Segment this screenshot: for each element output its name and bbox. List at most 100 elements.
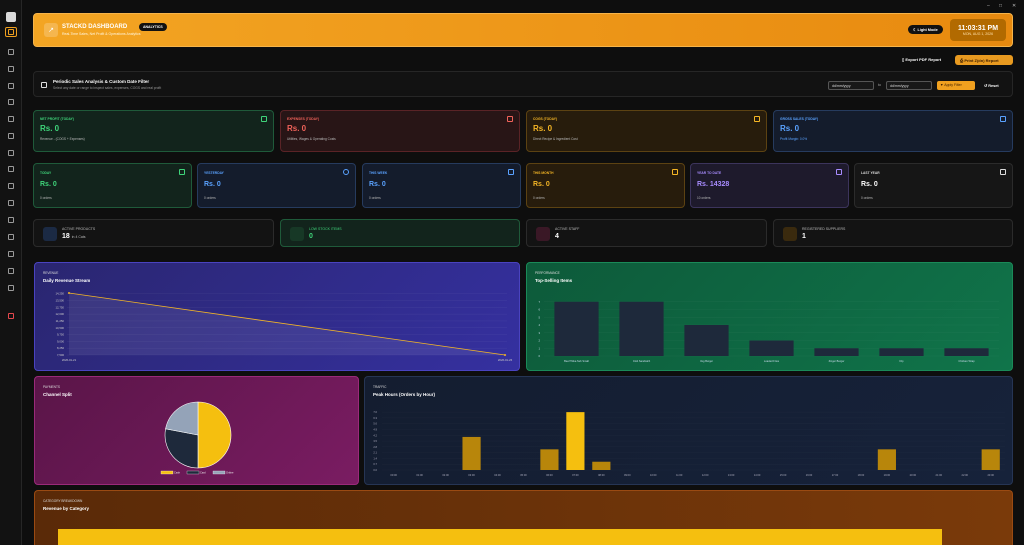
logout-icon[interactable] (5, 311, 17, 321)
bar (981, 449, 1000, 470)
dashboard-icon[interactable] (5, 27, 17, 37)
suppliers-card: REGISTERED SUPPLIERS 1 (773, 219, 1013, 247)
x-tick-label: Veg Burger (700, 359, 713, 363)
layers-icon (836, 169, 842, 175)
analytics-badge: ANALYTICS (139, 23, 167, 31)
revenue-chart-panel: REVENUE Daily Revenue Stream 7,500 8,250 9… (34, 262, 520, 371)
x-tick-label: 05:00 (520, 473, 527, 477)
reset-button[interactable]: ↺ Reset (984, 83, 999, 88)
y-tick-label: 0 (538, 354, 540, 358)
chart-label: CATEGORY BREAKDOWN (43, 499, 83, 503)
period-label: LAST YEAR (861, 171, 880, 175)
x-tick-label: 07:00 (572, 473, 579, 477)
y-tick-label: 1.4 (373, 456, 377, 460)
staff-icon[interactable] (5, 164, 17, 174)
orders-icon[interactable] (5, 64, 17, 74)
data-point (68, 292, 70, 294)
category-chart-panel: CATEGORY BREAKDOWN Revenue by Category (34, 490, 1013, 545)
trend-up-icon: ↗ (44, 23, 58, 37)
y-tick-label: 1 (538, 346, 540, 350)
inventory-icon[interactable] (5, 97, 17, 107)
suppliers-icon[interactable] (5, 215, 17, 225)
legend-swatch (212, 470, 226, 475)
peak-hours-chart-panel: TRAFFIC Peak Hours (Orders by Hour) 0.0 0… (364, 376, 1013, 485)
y-tick-label: 12,000 (55, 312, 64, 316)
trend-icon (179, 169, 185, 175)
y-tick-label: 5.6 (373, 422, 377, 426)
print-report-button[interactable]: ⎙ Print Z(dn) Report (955, 55, 1013, 65)
clock-date: MON, AUG 1, 2026 (962, 31, 994, 36)
reset-label: Reset (988, 84, 999, 88)
apply-filter-button[interactable]: ▼ Apply Filter (937, 81, 975, 90)
light-mode-toggle[interactable]: ☾ Light Mode (908, 25, 943, 34)
receipt-icon (1000, 116, 1006, 122)
x-tick-label: 16:00 (806, 473, 813, 477)
date-filter-bar: Periodic Sales Analysis & Custom Date Fi… (33, 71, 1013, 97)
period-value: Rs. 0 (533, 181, 550, 188)
maximize-button[interactable]: □ (999, 3, 1002, 9)
trend-icon (261, 116, 267, 122)
kpi-label: COGS (TODAY) (533, 117, 557, 121)
period-value: Rs. 0 (204, 181, 221, 188)
bar (592, 461, 611, 470)
pos-icon[interactable] (5, 47, 17, 57)
period-value: Rs. 0 (40, 181, 57, 188)
kpi-value: Rs. 0 (287, 124, 307, 133)
light-mode-label: Light Mode (917, 28, 938, 32)
transfers-icon[interactable] (5, 131, 17, 141)
kpi-footer: Direct Recipe & Ingredient Cost (533, 137, 578, 141)
reports-icon[interactable] (5, 181, 17, 191)
y-tick-label: 13,500 (55, 299, 64, 303)
category-bar (58, 529, 942, 545)
to-date-input[interactable]: dd/mm/yyyy (886, 81, 932, 90)
stat-value: 0 (309, 233, 313, 240)
bar (540, 449, 559, 470)
y-tick-label: 0.0 (373, 468, 377, 472)
menu-icon[interactable] (5, 81, 17, 91)
bar (566, 412, 585, 470)
logo-icon[interactable] (6, 12, 16, 22)
kpi-label: EXPENSES (TODAY) (287, 117, 320, 121)
x-tick-label: Zinger Burger (829, 359, 845, 363)
bar (877, 449, 896, 470)
y-tick-label: 3.5 (373, 439, 377, 443)
calendar-icon (41, 82, 47, 88)
stat-number: 18 (62, 233, 70, 240)
x-tick-label: Dip (900, 359, 904, 363)
y-tick-label: 2.8 (373, 445, 377, 449)
x-tick-label: 00:00 (390, 473, 397, 477)
settings-icon[interactable] (5, 266, 17, 276)
x-tick-label: 12:00 (702, 473, 709, 477)
help-icon[interactable] (5, 283, 17, 293)
x-tick-label: 19:00 (884, 473, 891, 477)
legend-label: Online (226, 471, 234, 475)
period-value: Rs. 0 (861, 181, 878, 188)
y-tick-label: 7 (538, 300, 540, 304)
stat-label: ACTIVE STAFF (555, 227, 580, 231)
y-tick-label: 3 (538, 331, 540, 335)
x-tick-label: 2026-01-21 (62, 358, 77, 362)
period-card-yesterday: YESTERDAY Rs. 0 0 orders (197, 163, 356, 208)
kpi-footer: Utilities, Wages & Operating Costs (287, 137, 336, 141)
period-card-this-month: THIS MONTH Rs. 0 0 orders (526, 163, 685, 208)
minimize-button[interactable]: – (987, 3, 990, 9)
x-tick-label: 01:00 (416, 473, 423, 477)
from-date-input[interactable]: dd/mm/yyyy (828, 81, 874, 90)
close-window-button[interactable]: ✕ (1012, 3, 1016, 9)
x-tick-label: 08:00 (598, 473, 605, 477)
pie-slice (197, 401, 232, 469)
kpi-label: NET PROFIT (TODAY) (40, 117, 74, 121)
analytics-icon[interactable] (5, 232, 17, 242)
delivery-icon[interactable] (5, 148, 17, 158)
box-icon (754, 116, 760, 122)
export-pdf-button[interactable]: ▯ Export PDF Report (897, 55, 946, 65)
y-tick-label: 9,000 (57, 339, 64, 343)
recipes-icon[interactable] (5, 114, 17, 124)
customers-icon[interactable] (5, 198, 17, 208)
legend-swatch (160, 470, 174, 475)
tags-icon[interactable] (5, 249, 17, 259)
kpi-footer: Profit Margin: 0.0% (780, 137, 808, 141)
export-pdf-label: Export PDF Report (905, 57, 942, 62)
y-tick-label: 2 (538, 339, 540, 343)
y-tick-label: 9,750 (57, 333, 64, 337)
